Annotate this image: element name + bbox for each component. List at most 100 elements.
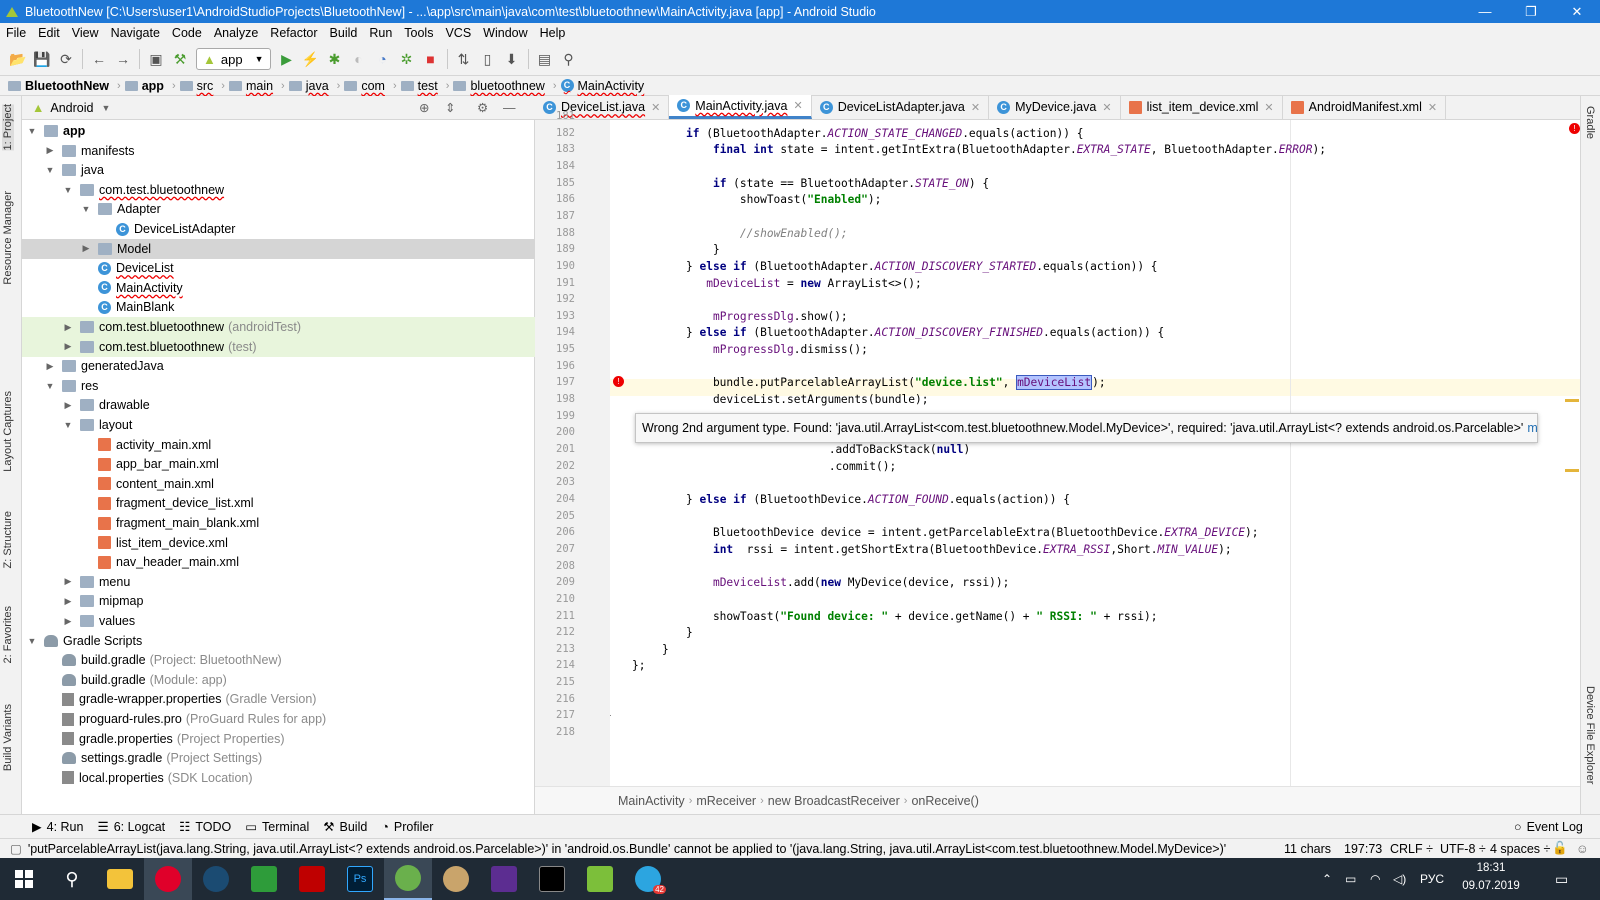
breadcrumb-anon-class[interactable]: new BroadcastReceiver: [768, 794, 900, 808]
tool-todo[interactable]: ☷ TODO: [179, 819, 231, 835]
collapse-arrow-icon[interactable]: ▶: [62, 341, 74, 352]
tree-item[interactable]: C DeviceListAdapter: [22, 219, 535, 239]
expand-arrow-icon[interactable]: ▼: [44, 381, 56, 391]
tree-item[interactable]: ▶ com.test.bluetoothnew (test): [22, 336, 535, 357]
tool-gradle[interactable]: Gradle: [1584, 106, 1596, 139]
search-icon[interactable]: ⚲: [48, 858, 96, 900]
tree-item[interactable]: ▶ com.test.bluetoothnew (androidTest): [22, 317, 535, 337]
photoshop-icon[interactable]: Ps: [336, 858, 384, 900]
maximize-button[interactable]: ❐: [1508, 0, 1554, 23]
status-line-separator[interactable]: CRLF ÷: [1390, 842, 1433, 856]
notepad-icon[interactable]: [576, 858, 624, 900]
chevron-up-icon[interactable]: ⌃: [1322, 872, 1332, 886]
breadcrumb-field[interactable]: mReceiver: [696, 794, 756, 808]
editor-tab[interactable]: C MyDevice.java ✕: [989, 95, 1121, 119]
tree-item[interactable]: ▼ Adapter: [22, 199, 535, 219]
tool-device-file-explorer[interactable]: Device File Explorer: [1584, 686, 1596, 784]
coverage-icon[interactable]: ◐: [347, 47, 371, 71]
expand-arrow-icon[interactable]: ▼: [62, 420, 74, 430]
close-window-button[interactable]: ✕: [1554, 0, 1600, 23]
clock-date[interactable]: 09.07.2019: [1458, 880, 1524, 892]
cmd-icon[interactable]: [528, 858, 576, 900]
menu-code[interactable]: Code: [166, 26, 208, 40]
nav-crumb-com[interactable]: com: [344, 79, 385, 93]
sync-gradle-icon[interactable]: ⇅: [452, 47, 476, 71]
run-config-select[interactable]: ▲ app ▼: [196, 48, 271, 70]
close-tab-icon[interactable]: ✕: [793, 99, 802, 112]
tree-item[interactable]: app_bar_main.xml: [22, 454, 535, 474]
status-encoding[interactable]: UTF-8 ÷: [1440, 842, 1486, 856]
windows-start-icon[interactable]: [0, 858, 48, 900]
tree-item[interactable]: ▼ res: [22, 376, 535, 396]
tree-item[interactable]: ▶ menu: [22, 572, 535, 592]
nav-crumb-main[interactable]: main: [228, 79, 273, 93]
close-tab-icon[interactable]: ✕: [651, 101, 660, 114]
breadcrumb-method[interactable]: onReceive(): [911, 794, 978, 808]
tree-item[interactable]: settings.gradle (Project Settings): [22, 748, 535, 768]
tree-item[interactable]: local.properties (SDK Location): [22, 768, 535, 788]
tool-event-log[interactable]: ○ Event Log: [1514, 820, 1583, 834]
tree-item[interactable]: proguard-rules.pro (ProGuard Rules for ap…: [22, 709, 535, 729]
project-structure-icon[interactable]: ▣: [144, 47, 168, 71]
tool-profiler[interactable]: ◔ Profiler: [381, 820, 433, 834]
avd-manager-icon[interactable]: ▯: [476, 47, 500, 71]
expand-arrow-icon[interactable]: ▼: [62, 185, 74, 195]
wifi-icon[interactable]: ◠: [1370, 872, 1380, 886]
tree-item[interactable]: ▼ layout: [22, 415, 535, 435]
opera-icon[interactable]: [144, 858, 192, 900]
tree-item[interactable]: ▶ values: [22, 611, 535, 631]
volume-icon[interactable]: ◁): [1393, 872, 1406, 886]
tree-item[interactable]: ▼ app: [22, 121, 535, 141]
nav-crumb-bluetoothnew[interactable]: bluetoothnew: [453, 79, 545, 93]
status-caret-position[interactable]: 197:73: [1344, 842, 1382, 856]
project-view-select[interactable]: Android: [50, 101, 93, 115]
tree-item[interactable]: ▶ manifests: [22, 141, 535, 161]
nav-crumb-src[interactable]: src: [179, 79, 213, 93]
lock-icon[interactable]: 🔓: [1552, 841, 1568, 856]
collapse-arrow-icon[interactable]: ▶: [62, 400, 74, 411]
tooltip-more-link[interactable]: more...: [1527, 421, 1537, 435]
expand-arrow-icon[interactable]: ▼: [44, 165, 56, 175]
save-icon[interactable]: 💾: [30, 47, 54, 71]
nav-crumb-project[interactable]: BluetoothNew: [8, 79, 109, 93]
media-icon[interactable]: [480, 858, 528, 900]
code-editor[interactable]: if (BluetoothAdapter.ACTION_STATE_CHANGE…: [610, 120, 1580, 786]
search-icon[interactable]: ⚲: [557, 47, 581, 71]
expand-arrow-icon[interactable]: ▼: [26, 636, 38, 646]
tree-item[interactable]: build.gradle (Module: app): [22, 670, 535, 690]
warning-mark[interactable]: [1565, 399, 1579, 402]
editor-tab[interactable]: C DeviceListAdapter.java ✕: [812, 95, 990, 119]
menu-run[interactable]: Run: [363, 26, 398, 40]
nav-crumb-test[interactable]: test: [400, 79, 438, 93]
status-toggle-icon[interactable]: ▢: [10, 841, 22, 856]
gear-icon[interactable]: ⚙: [477, 100, 488, 115]
collapse-icon[interactable]: ⇕: [445, 100, 455, 115]
tree-item[interactable]: list_item_device.xml: [22, 533, 535, 553]
tree-item[interactable]: ▼ com.test.bluetoothnew: [22, 180, 535, 200]
tool-structure[interactable]: Z: Structure: [2, 511, 14, 568]
nav-crumb-mainactivity[interactable]: C MainActivity: [560, 79, 644, 93]
tool-build[interactable]: ⚒ Build: [323, 819, 367, 835]
menu-vcs[interactable]: VCS: [439, 26, 477, 40]
minimize-button[interactable]: —: [1462, 0, 1508, 23]
status-indent[interactable]: 4 spaces ÷: [1490, 842, 1550, 856]
tree-item[interactable]: nav_header_main.xml: [22, 552, 535, 572]
tree-item[interactable]: ▼ Gradle Scripts: [22, 631, 535, 651]
menu-refactor[interactable]: Refactor: [264, 26, 323, 40]
sync-icon[interactable]: ⟳: [54, 47, 78, 71]
apply-changes-icon[interactable]: ⚡: [299, 47, 323, 71]
editor-tab[interactable]: list_item_device.xml ✕: [1121, 95, 1283, 119]
error-gutter-icon[interactable]: !: [613, 376, 624, 387]
menu-tools[interactable]: Tools: [398, 26, 439, 40]
tree-item[interactable]: gradle.properties (Project Properties): [22, 729, 535, 749]
tree-item[interactable]: ▶ generatedJava: [22, 356, 535, 376]
sdk-manager-icon[interactable]: ⬇: [500, 47, 524, 71]
collapse-arrow-icon[interactable]: ▶: [62, 576, 74, 587]
tree-item[interactable]: fragment_device_list.xml: [22, 493, 535, 513]
notifications-icon[interactable]: ▭: [1555, 871, 1568, 888]
stop-icon[interactable]: ■: [419, 47, 443, 71]
collapse-arrow-icon[interactable]: ▶: [80, 243, 92, 254]
android-studio-icon[interactable]: [384, 858, 432, 900]
tool-favorites[interactable]: 2: Favorites: [2, 606, 14, 663]
menu-analyze[interactable]: Analyze: [208, 26, 264, 40]
